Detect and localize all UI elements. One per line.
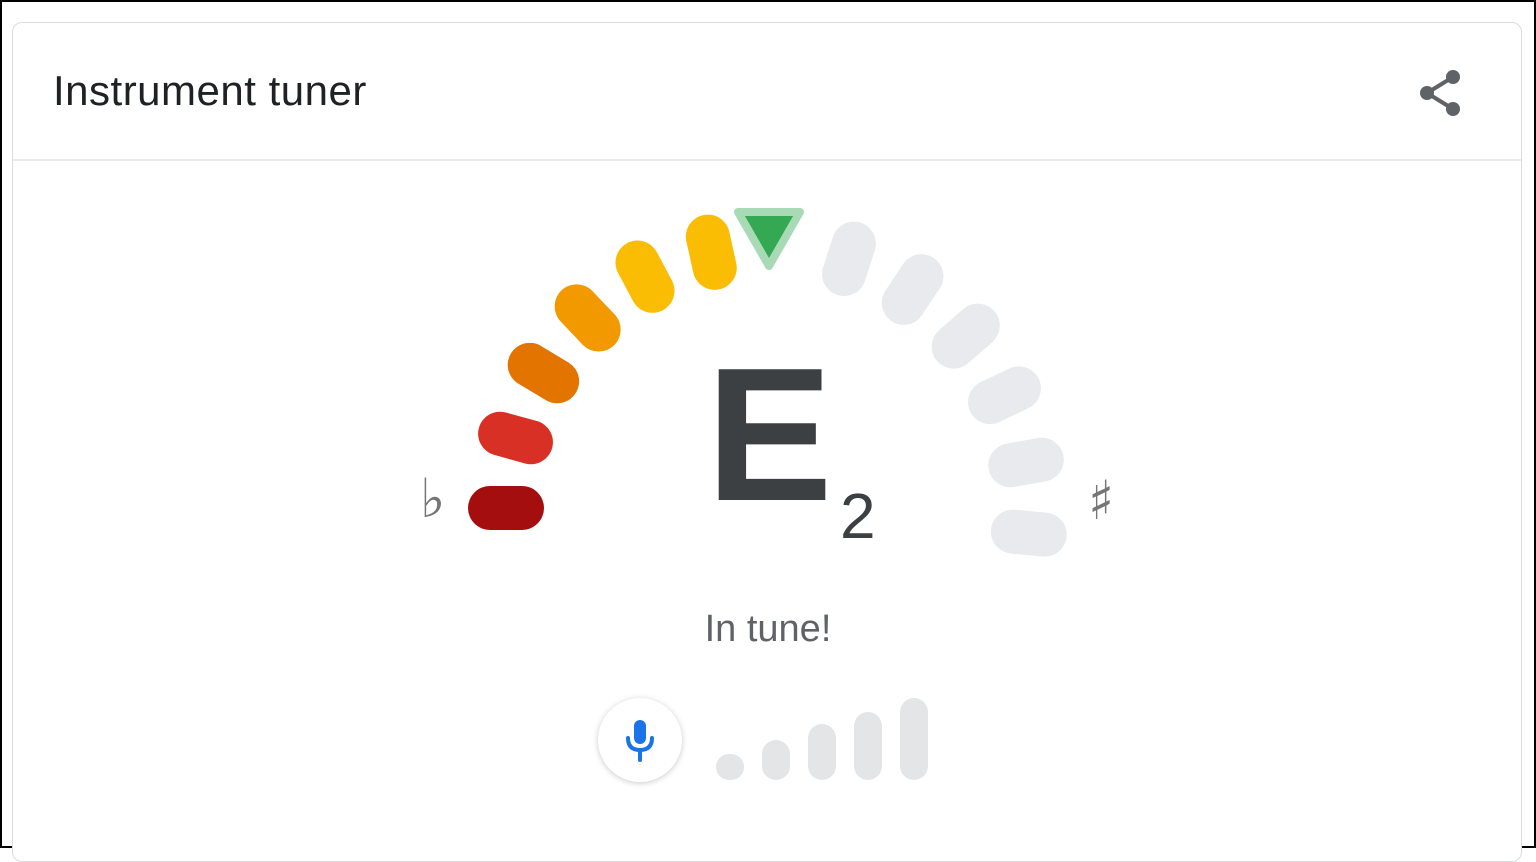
share-button[interactable] xyxy=(1411,63,1471,123)
card-header: Instrument tuner xyxy=(13,23,1521,161)
note-name: E xyxy=(706,329,833,541)
sharp-symbol: ♯ xyxy=(1088,469,1115,532)
share-icon xyxy=(1420,70,1460,116)
microphone-icon xyxy=(626,720,654,762)
level-bar xyxy=(900,698,928,780)
level-bar xyxy=(854,712,882,780)
microphone-button[interactable] xyxy=(598,698,682,782)
level-bar xyxy=(762,740,790,780)
tuning-status: In tune! xyxy=(704,608,832,650)
note-octave: 2 xyxy=(840,480,876,552)
flat-symbol: ♭ xyxy=(420,467,446,530)
card-title: Instrument tuner xyxy=(53,67,367,114)
level-bar xyxy=(808,724,836,780)
level-bar xyxy=(716,754,744,780)
